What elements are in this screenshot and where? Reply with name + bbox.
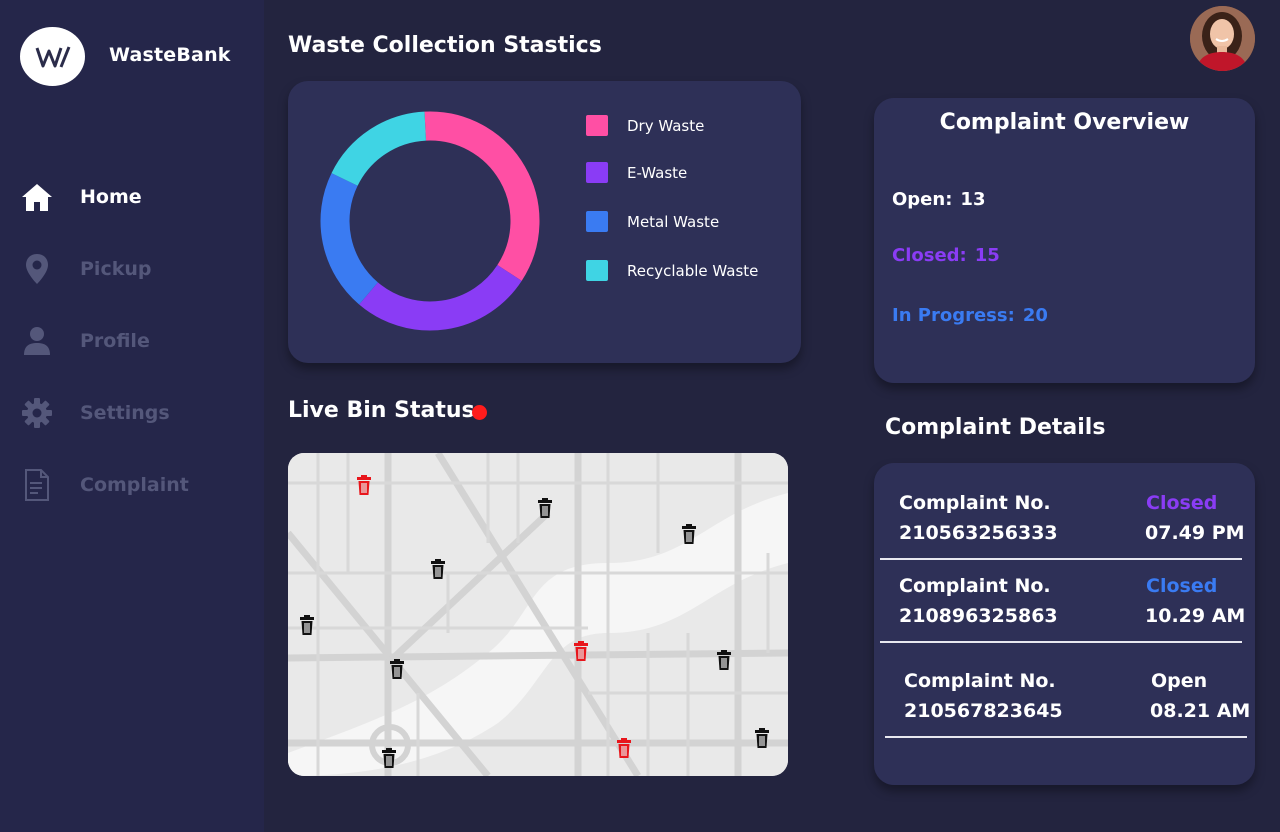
gear-icon — [20, 396, 54, 430]
overview-open: Open: 13 — [892, 189, 985, 210]
sidebar-item-pickup[interactable]: Pickup — [20, 249, 250, 289]
overview-progress-value: 20 — [1022, 305, 1048, 326]
sidebar-item-label: Settings — [80, 402, 170, 424]
details-title: Complaint Details — [885, 415, 1106, 440]
sidebar-item-complaint[interactable]: Complaint — [20, 465, 250, 505]
trash-bin-icon[interactable] — [538, 498, 552, 518]
trash-bin-icon[interactable] — [755, 728, 769, 748]
live-bin-title: Live Bin Status — [288, 398, 475, 423]
donut-slice-recyclable-waste — [331, 111, 427, 187]
trash-bin-icon[interactable] — [682, 524, 696, 544]
legend-item: Metal Waste — [586, 211, 719, 232]
overview-closed: Closed: 15 — [892, 245, 1000, 266]
trash-bin-icon[interactable] — [390, 659, 404, 679]
trash-bin-icon[interactable] — [382, 748, 396, 768]
legend-item: Dry Waste — [586, 115, 704, 136]
row-divider — [880, 558, 1242, 560]
legend-swatch — [586, 211, 608, 232]
complaint-time: 07.49 PM — [1145, 522, 1245, 544]
avatar[interactable] — [1190, 6, 1255, 71]
document-icon — [20, 468, 54, 502]
legend-item: Recyclable Waste — [586, 260, 758, 281]
person-icon — [20, 324, 54, 358]
complaint-status: Open — [1151, 670, 1208, 692]
complaint-label: Complaint No. — [899, 575, 1051, 597]
legend-item: E-Waste — [586, 162, 687, 183]
row-divider — [885, 736, 1247, 738]
trash-bin-icon[interactable] — [300, 615, 314, 635]
complaint-number[interactable]: 210896325863 — [899, 605, 1058, 627]
sidebar-item-label: Home — [80, 186, 142, 208]
brand-logo[interactable] — [20, 27, 85, 86]
waste-chart-card: Dry Waste E-Waste Metal Waste Recyclable… — [288, 81, 801, 363]
legend-swatch — [586, 115, 608, 136]
complaint-details-card: Complaint No. 210563256333 Closed 07.49 … — [874, 463, 1255, 785]
complaint-time: 10.29 AM — [1145, 605, 1246, 627]
sidebar-item-home[interactable]: Home — [20, 177, 250, 217]
sidebar: WasteBank Home Pickup Profile Settings C… — [0, 0, 264, 832]
complaint-label: Complaint No. — [899, 492, 1051, 514]
sidebar-item-settings[interactable]: Settings — [20, 393, 250, 433]
complaint-overview-card: Complaint Overview Open: 13 Closed: 15 In … — [874, 98, 1255, 383]
complaint-status: Closed — [1146, 575, 1218, 597]
overview-progress-label: In Progress: — [892, 305, 1015, 326]
trash-bin-icon[interactable] — [717, 650, 731, 670]
trash-bin-icon[interactable] — [617, 738, 631, 758]
trash-bin-icon[interactable] — [431, 559, 445, 579]
complaint-status: Closed — [1146, 492, 1218, 514]
sidebar-item-label: Pickup — [80, 258, 152, 280]
donut-chart — [320, 111, 540, 331]
sidebar-item-label: Profile — [80, 330, 150, 352]
overview-open-value: 13 — [960, 189, 986, 210]
row-divider — [880, 641, 1242, 643]
legend-label: Dry Waste — [627, 116, 705, 135]
complaint-label: Complaint No. — [904, 670, 1056, 692]
overview-closed-value: 15 — [974, 245, 1000, 266]
overview-closed-label: Closed: — [892, 245, 967, 266]
legend-label: Recyclable Waste — [627, 261, 759, 280]
trash-bin-icon[interactable] — [574, 641, 588, 661]
donut-slice-metal-waste — [320, 173, 379, 305]
legend-swatch — [586, 260, 608, 281]
legend-label: Metal Waste — [627, 212, 720, 231]
donut-slice-e-waste — [359, 264, 522, 331]
overview-progress: In Progress: 20 — [892, 305, 1048, 326]
logo-mark-icon — [35, 45, 70, 68]
legend-swatch — [586, 162, 608, 183]
page-title: Waste Collection Stastics — [288, 33, 602, 58]
sidebar-item-label: Complaint — [80, 474, 189, 496]
complaint-number[interactable]: 210563256333 — [899, 522, 1058, 544]
complaint-number[interactable]: 210567823645 — [904, 700, 1063, 722]
bin-markers — [300, 475, 769, 768]
brand-name: WasteBank — [109, 44, 231, 66]
sidebar-item-profile[interactable]: Profile — [20, 321, 250, 361]
bin-map[interactable] — [288, 453, 788, 776]
home-icon — [20, 180, 54, 214]
live-status-dot — [472, 405, 487, 420]
overview-title: Complaint Overview — [939, 110, 1190, 135]
legend-label: E-Waste — [627, 163, 688, 182]
location-pin-icon — [20, 252, 54, 286]
overview-open-label: Open: — [892, 189, 953, 210]
complaint-time: 08.21 AM — [1150, 700, 1251, 722]
donut-slice-dry-waste — [424, 111, 540, 281]
trash-bin-icon[interactable] — [357, 475, 371, 495]
